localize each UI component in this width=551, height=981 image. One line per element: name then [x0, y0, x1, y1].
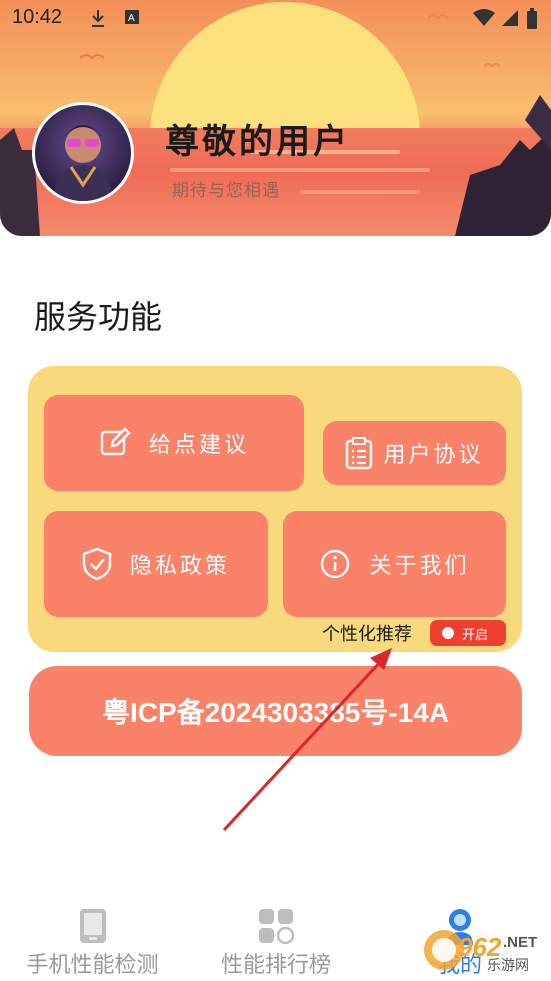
- nav-label: 性能排行榜: [220, 953, 331, 978]
- privacy-policy-label: 隐私政策: [129, 554, 230, 579]
- download-icon: [90, 8, 106, 32]
- suggestion-button[interactable]: 给点建议: [44, 395, 304, 491]
- svg-text:A: A: [128, 13, 135, 24]
- user-name: 尊敬的用户: [165, 122, 350, 162]
- grid-icon: [215, 907, 337, 945]
- user-agreement-label: 用户协议: [383, 443, 484, 468]
- battery-icon: [526, 8, 538, 34]
- watermark-suffix: .NET: [503, 934, 538, 951]
- avatar-image: [53, 125, 113, 201]
- nav-phone-performance[interactable]: 手机性能检测: [20, 907, 165, 979]
- phone-icon: [20, 907, 165, 945]
- icp-record-button[interactable]: 粤ICP备2024303385号-14A: [29, 666, 522, 756]
- status-time: 10:42: [12, 6, 63, 28]
- about-us-button[interactable]: 关于我们: [283, 511, 506, 617]
- watermark-cn: 乐游网: [487, 958, 529, 974]
- status-bar: 10:42 A: [0, 0, 551, 40]
- user-tagline: 期待与您相遇: [172, 181, 280, 201]
- signal-icon: [500, 8, 520, 32]
- avatar[interactable]: [32, 102, 134, 204]
- nav-performance-ranking[interactable]: 性能排行榜: [215, 907, 337, 979]
- icp-record-text: 粤ICP备2024303385号-14A: [101, 697, 450, 728]
- personalized-recommendation-label: 个性化推荐: [322, 624, 412, 645]
- edit-icon: [99, 427, 131, 459]
- a-icon: A: [124, 8, 140, 30]
- toggle-knob: [442, 627, 454, 639]
- clipboard-icon: [345, 436, 373, 470]
- section-title: 服务功能: [34, 298, 163, 336]
- shield-check-icon: [82, 547, 112, 581]
- suggestion-label: 给点建议: [148, 433, 249, 458]
- toggle-label: 开启: [462, 627, 489, 643]
- info-icon: [319, 548, 351, 580]
- user-agreement-button[interactable]: 用户协议: [323, 421, 506, 485]
- personalized-recommendation-toggle[interactable]: 开启: [430, 620, 506, 646]
- about-us-label: 关于我们: [369, 554, 470, 579]
- privacy-policy-button[interactable]: 隐私政策: [44, 511, 268, 617]
- nav-label: 手机性能检测: [26, 953, 159, 978]
- wifi-icon: [472, 8, 496, 32]
